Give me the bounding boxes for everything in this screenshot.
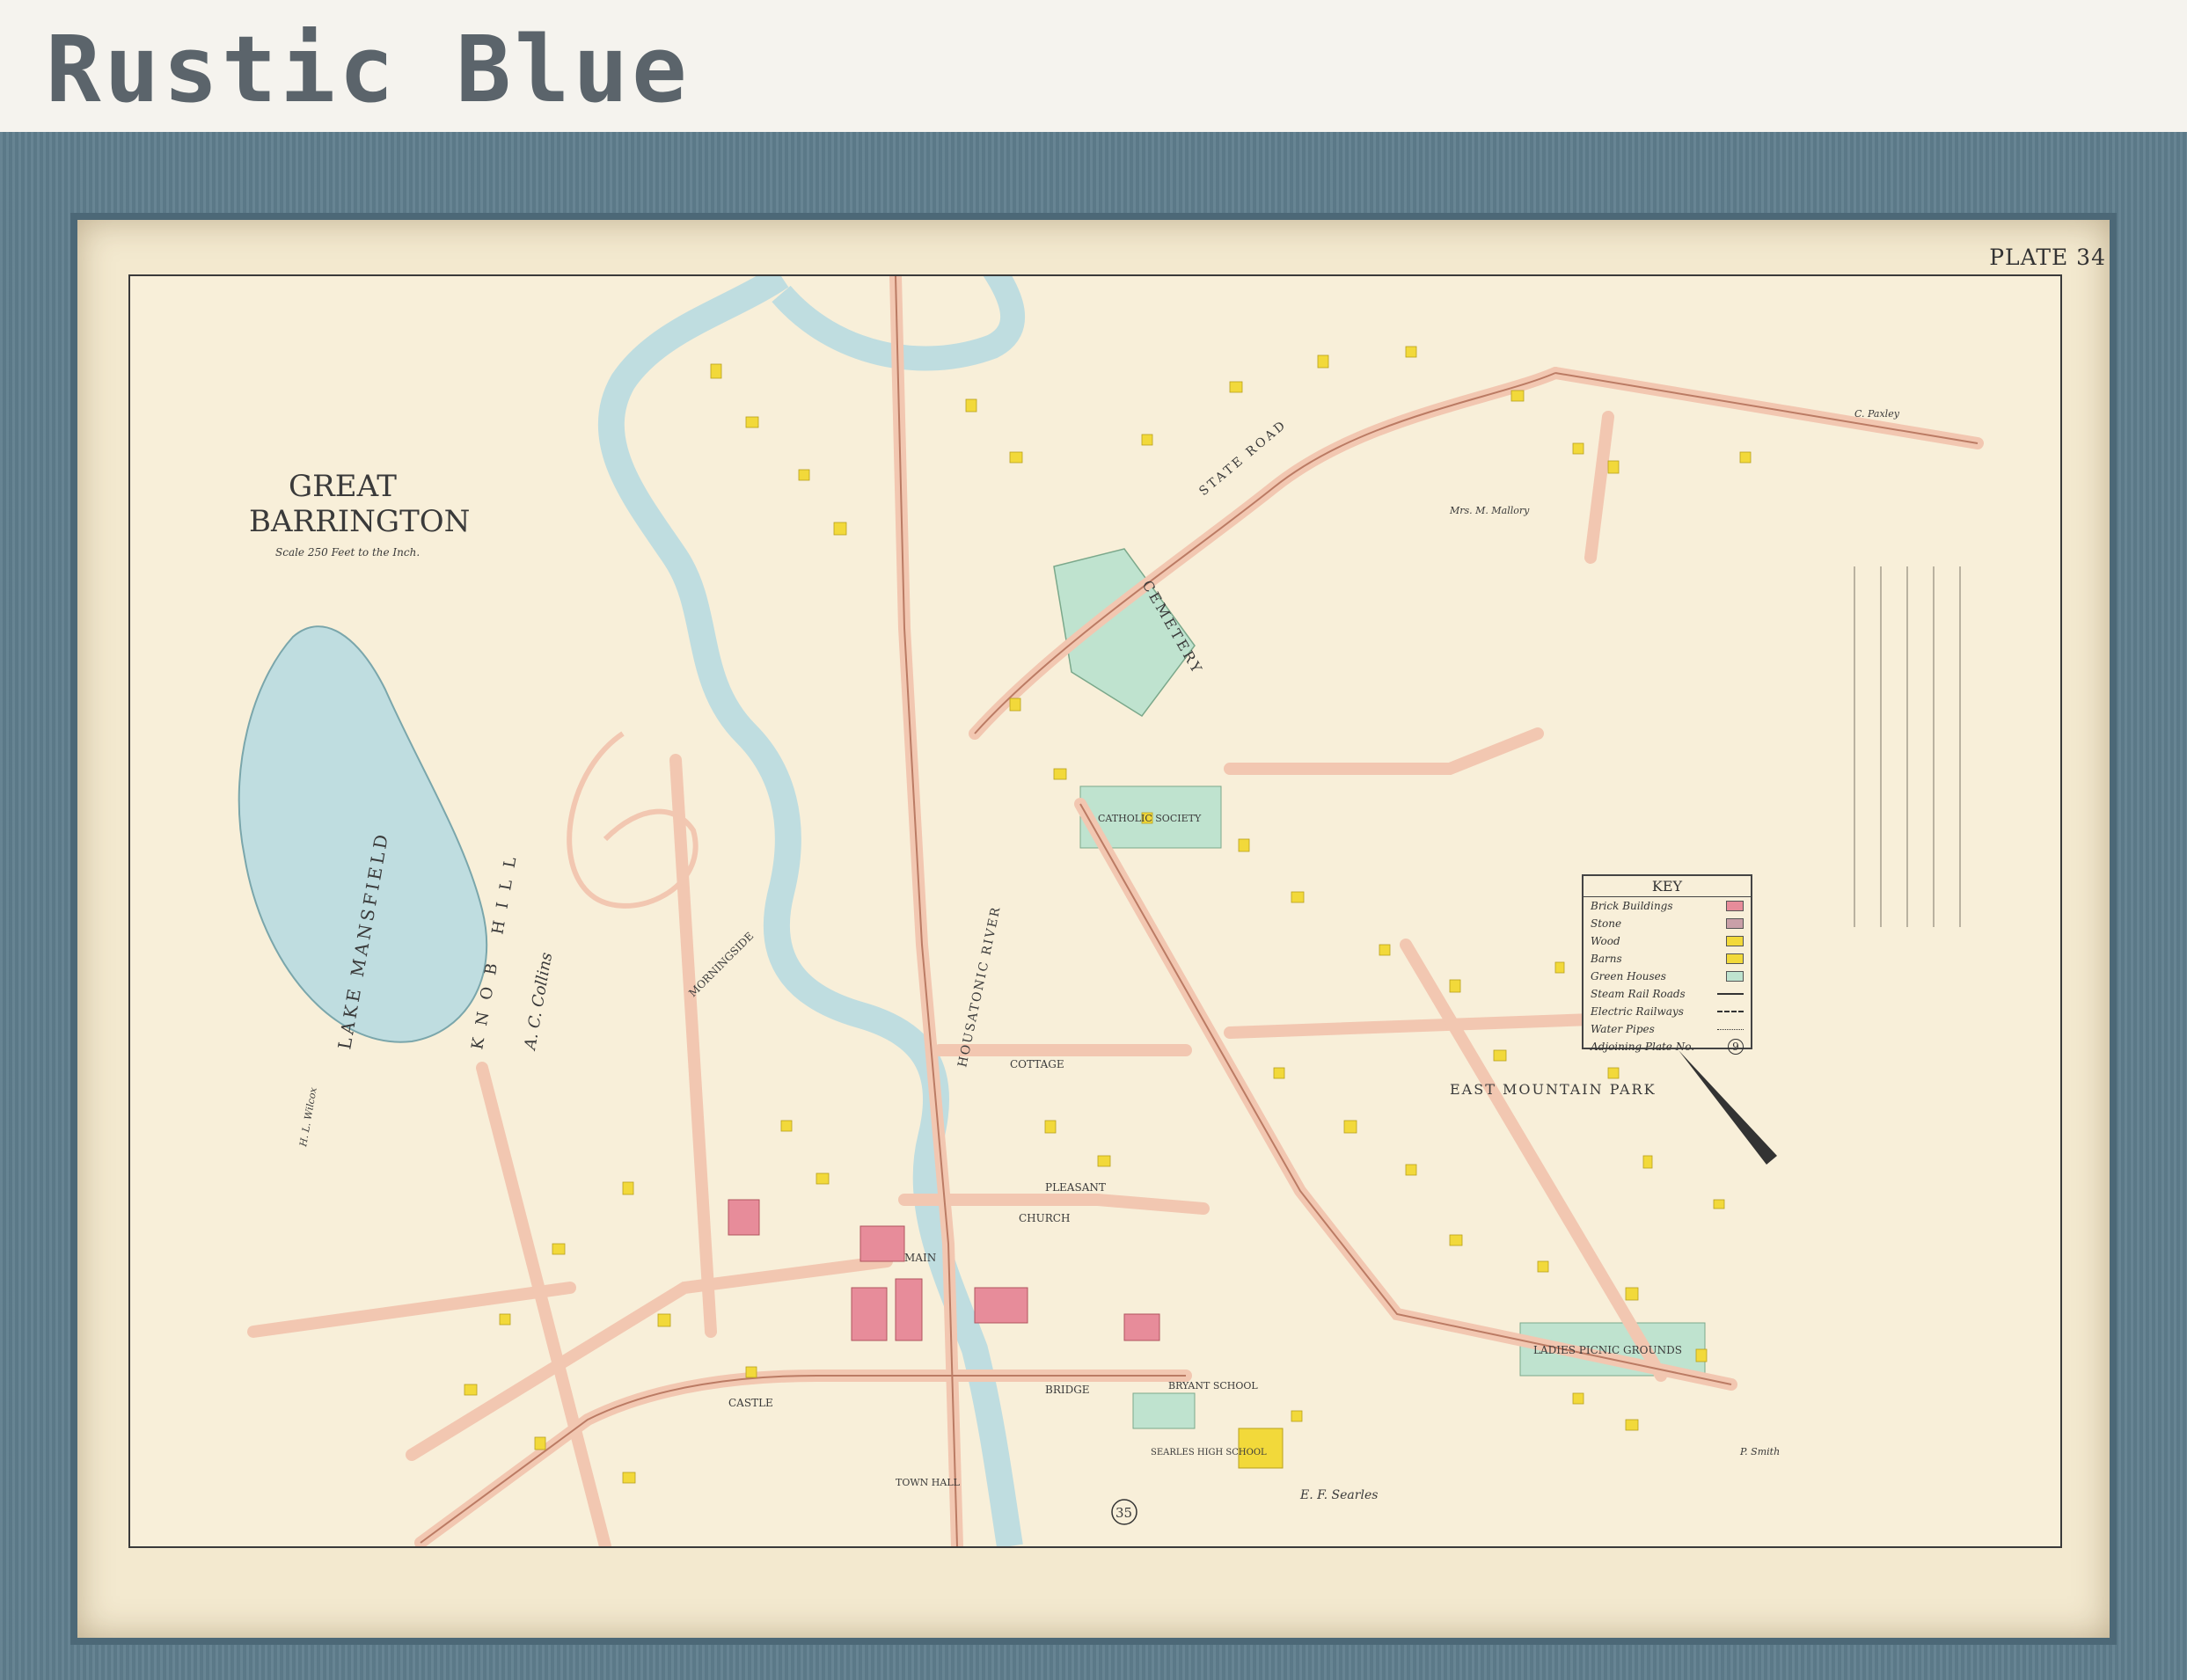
key-adjoining-symbol: 9	[1728, 1039, 1744, 1055]
bryant-school-label: BRYANT SCHOOL	[1168, 1380, 1258, 1391]
map-key: KEY Brick Buildings Stone Wood Barns Gre…	[1582, 874, 1752, 1055]
town-name-line-2: BARRINGTON	[249, 504, 470, 539]
searles-estate-label: E. F. Searles	[1299, 1488, 1378, 1502]
park-label: EAST MOUNTAIN PARK	[1450, 1081, 1657, 1098]
north-arrow	[1679, 1050, 1777, 1165]
map-drawing: GREAT BARRINGTON Scale 250 Feet to the I…	[238, 276, 1984, 1546]
mallory-label: Mrs. M. Mallory	[1449, 505, 1530, 516]
frame-style-title: Rustic Blue	[46, 16, 691, 123]
key-row-steam-rail: Steam Rail Roads	[1584, 985, 1751, 1003]
page-header: Rustic Blue	[0, 0, 2187, 132]
key-row-adjoining: Adjoining Plate No. 9	[1584, 1038, 1751, 1055]
key-row-stone: Stone	[1584, 915, 1751, 932]
plate-number: PLATE 34	[1989, 245, 2106, 270]
town-hall-label: TOWN HALL	[896, 1477, 961, 1488]
key-row-electric: Electric Railways	[1584, 1003, 1751, 1020]
paxley-label: C. Paxley	[1854, 408, 1900, 420]
searles-school-label: SEARLES HIGH SCHOOL	[1151, 1448, 1267, 1457]
main-street-label: MAIN	[904, 1252, 936, 1264]
cottage-street-label: COTTAGE	[1010, 1058, 1064, 1070]
key-row-wood: Wood	[1584, 932, 1751, 950]
adjoining-plate-number: 35	[1115, 1505, 1132, 1521]
wilcox-label: H. L. Wilcox	[297, 1085, 319, 1148]
river-label: HOUSATONIC RIVER	[955, 904, 1004, 1068]
castle-street-label: CASTLE	[728, 1397, 773, 1409]
key-title: KEY	[1584, 876, 1751, 897]
scale-note: Scale 250 Feet to the Inch.	[275, 546, 420, 559]
bridge-street-label: BRIDGE	[1045, 1384, 1090, 1396]
key-row-barns: Barns	[1584, 950, 1751, 968]
smith-label: P. Smith	[1739, 1446, 1780, 1457]
morningside-label: MORNINGSIDE	[686, 930, 756, 999]
pleasant-street-label: PLEASANT	[1045, 1181, 1106, 1194]
map-sheet: GREAT BARRINGTON Scale 250 Feet to the I…	[128, 274, 2062, 1548]
key-row-brick: Brick Buildings	[1584, 897, 1751, 915]
church-street-label: CHURCH	[1019, 1212, 1070, 1224]
key-row-water: Water Pipes	[1584, 1020, 1751, 1038]
key-row-greenhouses: Green Houses	[1584, 968, 1751, 985]
town-name-line-1: GREAT	[289, 469, 397, 504]
collins-label: A. C. Collins	[521, 951, 556, 1053]
catholic-label: CATHOLIC SOCIETY	[1098, 813, 1202, 824]
picnic-label: LADIES PICNIC GROUNDS	[1533, 1344, 1682, 1356]
owner-index-columns	[1854, 566, 1961, 927]
